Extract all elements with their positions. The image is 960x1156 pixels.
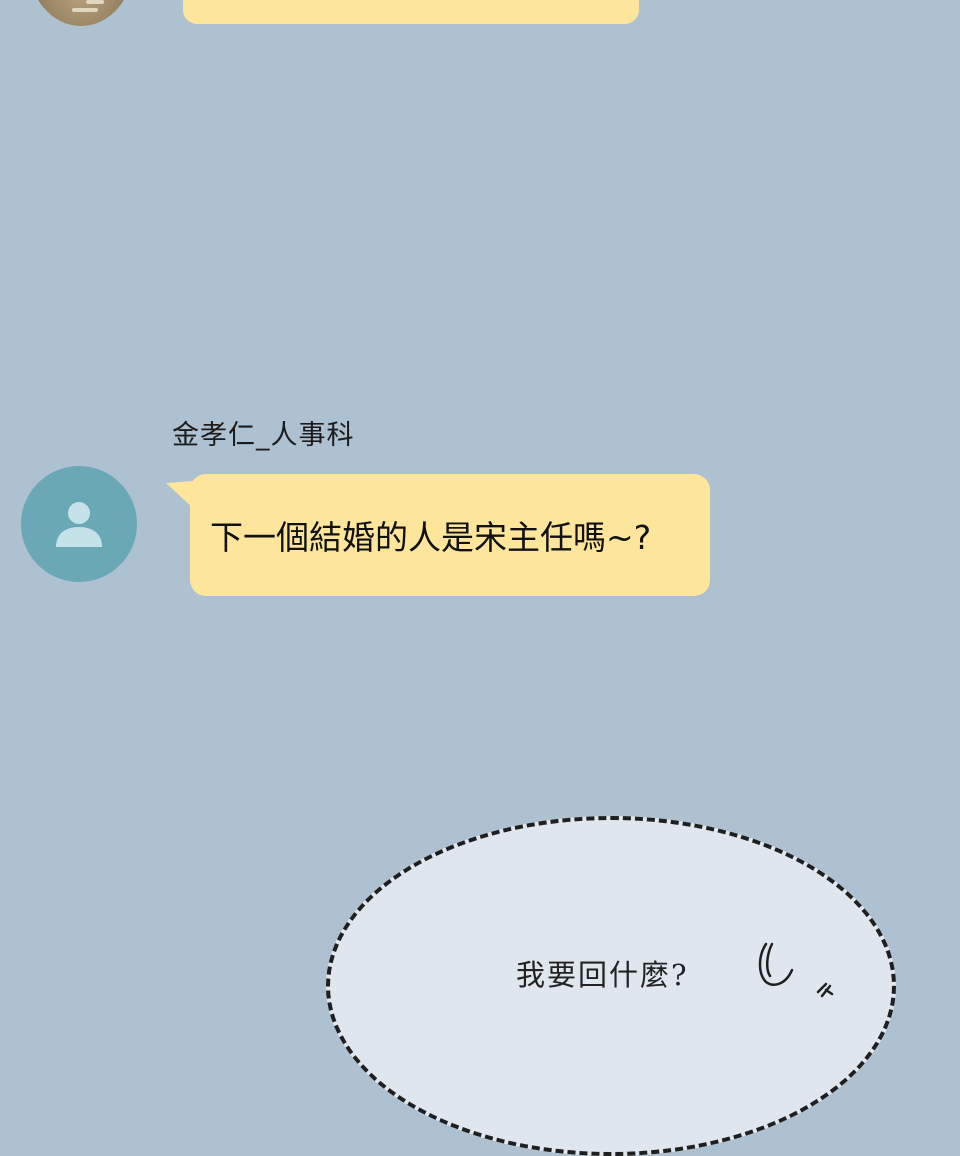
previous-message-bubble [183, 0, 639, 24]
message-text: 下一個結婚的人是宋主任嗎~? [210, 518, 652, 557]
previous-sender-avatar[interactable] [28, 0, 134, 26]
person-icon [56, 502, 102, 547]
sweat-doodle-icon [758, 942, 834, 998]
thought-text: 我要回什麼? [516, 958, 689, 992]
message-bubble[interactable]: 下一個結婚的人是宋主任嗎~? [190, 474, 710, 596]
sender-avatar[interactable] [21, 466, 137, 582]
sender-name: 金孝仁_人事科 [172, 420, 355, 451]
